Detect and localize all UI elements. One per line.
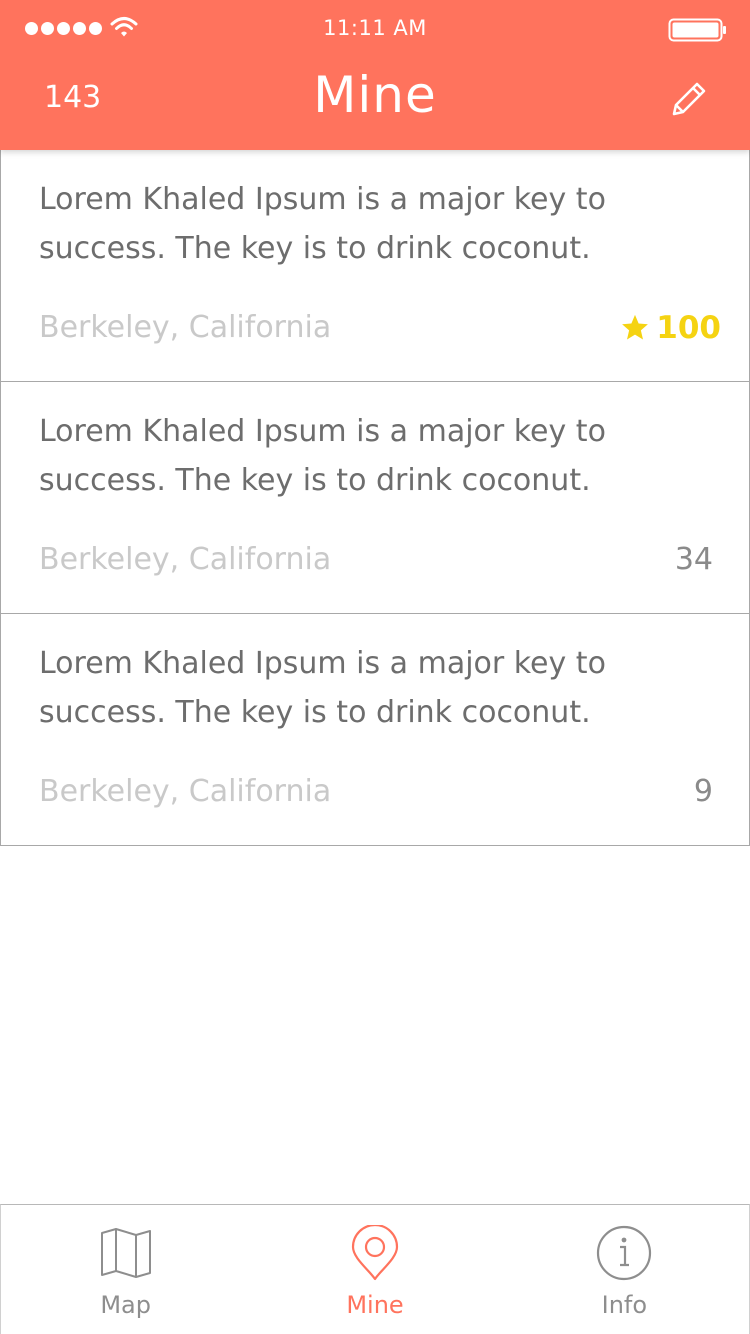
post-card[interactable]: Lorem Khaled Ipsum is a major key to suc… xyxy=(0,382,750,614)
post-text: Lorem Khaled Ipsum is a major key to suc… xyxy=(39,182,606,266)
tab-label: Mine xyxy=(346,1291,404,1319)
post-score-value: 9 xyxy=(693,774,713,809)
status-bar: 11:11 AM xyxy=(0,0,750,56)
pencil-icon[interactable] xyxy=(666,76,712,122)
app-screen: 11:11 AM 143 Mine Lorem Khaled Ipsum is … xyxy=(0,0,750,1334)
post-score: 9 xyxy=(694,774,713,809)
tab-info[interactable]: Info xyxy=(500,1205,749,1334)
post-score-value: 34 xyxy=(674,542,713,577)
status-time: 11:11 AM xyxy=(323,16,427,40)
tab-mine[interactable]: Mine xyxy=(250,1205,499,1334)
tab-map[interactable]: Map xyxy=(1,1205,250,1334)
post-location: Berkeley, California xyxy=(39,310,332,345)
info-icon xyxy=(597,1225,652,1281)
location-pin-icon xyxy=(351,1225,399,1281)
post-score: 100 xyxy=(620,310,721,346)
post-card[interactable]: Lorem Khaled Ipsum is a major key to suc… xyxy=(0,614,750,846)
post-card[interactable]: Lorem Khaled Ipsum is a major key to suc… xyxy=(0,150,750,382)
post-text: Lorem Khaled Ipsum is a major key to suc… xyxy=(39,646,606,730)
post-feed: Lorem Khaled Ipsum is a major key to suc… xyxy=(0,150,750,846)
post-location: Berkeley, California xyxy=(39,542,332,577)
tab-label: Map xyxy=(100,1291,151,1319)
tab-bar: Map Mine Info xyxy=(0,1204,750,1334)
post-text: Lorem Khaled Ipsum is a major key to suc… xyxy=(39,414,606,498)
tab-label: Info xyxy=(601,1291,648,1319)
post-score-value: 100 xyxy=(656,310,721,346)
map-icon xyxy=(100,1228,151,1278)
post-score: 34 xyxy=(675,542,713,577)
page-title: Mine xyxy=(313,66,437,124)
header-bar: 11:11 AM 143 Mine xyxy=(0,0,750,150)
post-location: Berkeley, California xyxy=(39,774,332,809)
star-icon xyxy=(622,314,649,340)
battery-icon xyxy=(668,18,726,42)
